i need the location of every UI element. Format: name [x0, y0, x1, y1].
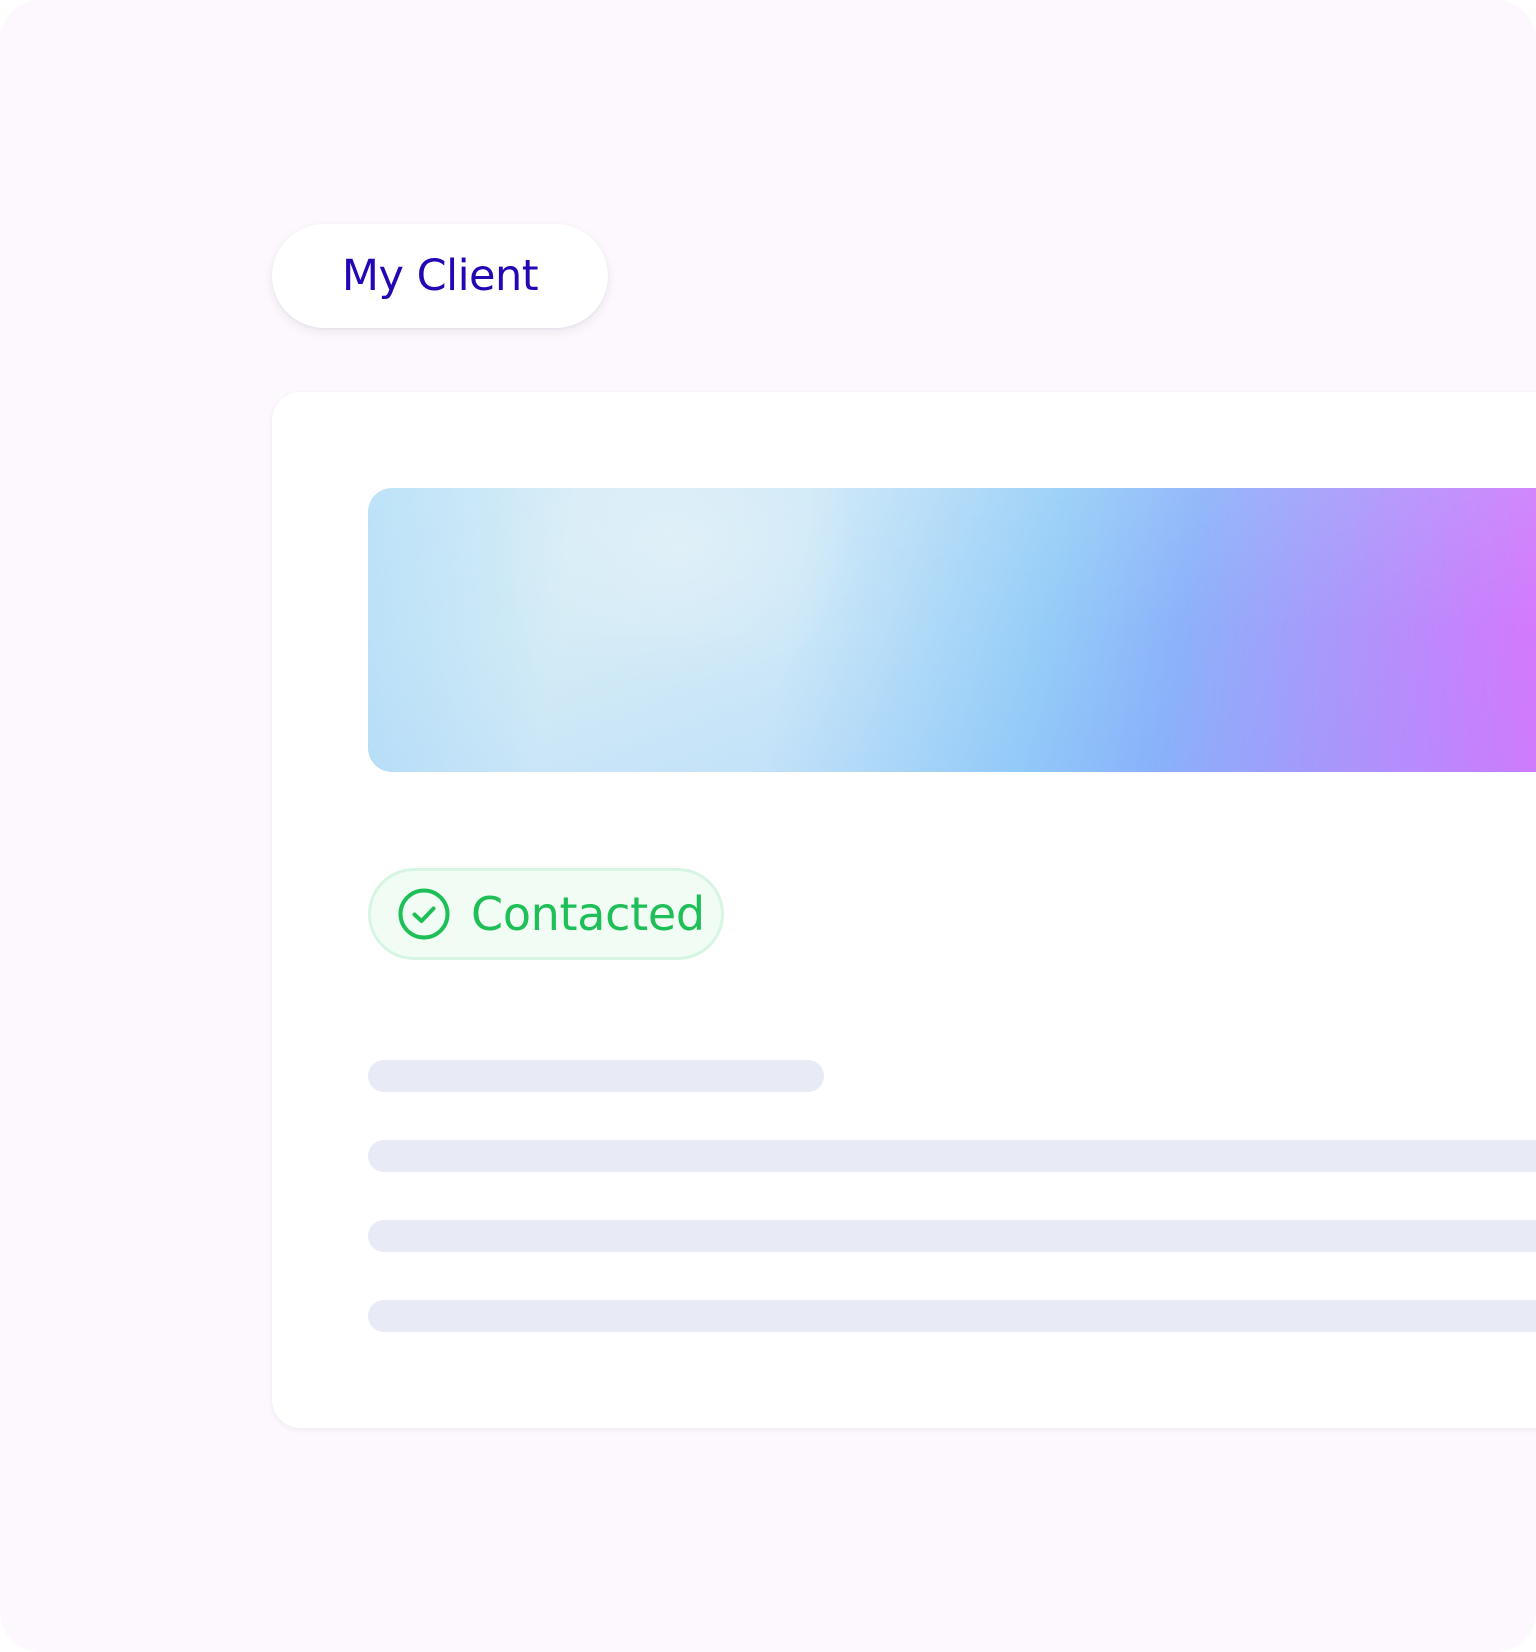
client-cover-banner — [368, 488, 1536, 772]
skeleton-line-title — [368, 1060, 824, 1092]
tab-my-client[interactable]: My Client — [272, 224, 608, 328]
check-circle-icon — [398, 888, 450, 940]
skeleton-line — [368, 1220, 1536, 1252]
app-frame: My Client Contacted — [0, 0, 1536, 1652]
tab-my-client-label: My Client — [341, 251, 539, 301]
client-canvas: My Client Contacted — [0, 0, 1536, 1652]
skeleton-line — [368, 1300, 1536, 1332]
status-badge-label: Contacted — [471, 887, 705, 941]
client-card: Contacted — [272, 392, 1536, 1428]
skeleton-line — [368, 1140, 1536, 1172]
status-badge: Contacted — [368, 868, 724, 960]
